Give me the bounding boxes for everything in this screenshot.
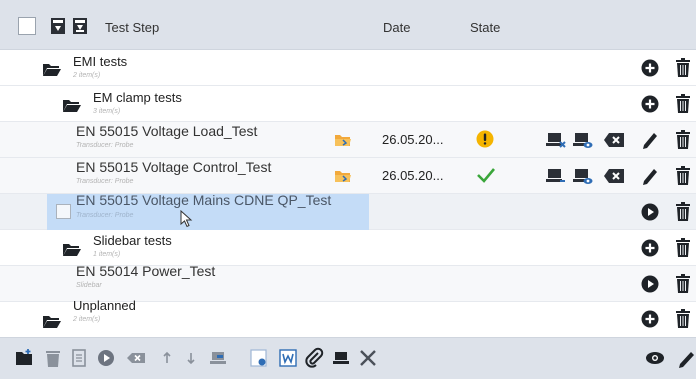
play-circle-icon[interactable] — [641, 203, 659, 221]
add-circle-icon[interactable] — [641, 310, 659, 328]
trash-icon[interactable] — [675, 130, 691, 150]
expand-icon[interactable] — [72, 17, 88, 35]
trash-icon[interactable] — [675, 238, 691, 258]
row-subtitle: 2 item(s) — [73, 316, 101, 323]
edit-pencil-icon[interactable] — [641, 166, 659, 186]
row-subtitle: Transducer: Probe — [76, 142, 134, 149]
trash-icon[interactable] — [675, 94, 691, 114]
table-row[interactable]: EN 55014 Power_Test Slidebar — [0, 263, 696, 302]
row-title: EMI tests — [73, 54, 128, 69]
device-view-icon[interactable] — [573, 131, 593, 149]
column-date[interactable]: Date — [383, 20, 410, 35]
device-add-icon[interactable] — [546, 167, 566, 185]
row-title: Slidebar tests — [93, 233, 172, 248]
folder-open-icon — [43, 316, 61, 328]
row-subtitle: 3 item(s) — [93, 108, 121, 115]
transducer-folder-icon[interactable] — [334, 168, 352, 184]
copy-icon[interactable] — [68, 347, 90, 369]
arrow-up-icon[interactable] — [156, 347, 178, 369]
table-row[interactable]: EMI tests 2 item(s) — [0, 50, 696, 86]
row-subtitle: 1 item(s) — [93, 251, 121, 258]
edit-pencil-icon[interactable] — [641, 130, 659, 150]
row-title: EM clamp tests — [93, 90, 182, 105]
device-icon[interactable] — [330, 347, 352, 369]
transducer-folder-icon[interactable] — [334, 132, 352, 148]
word-document-icon[interactable] — [277, 347, 299, 369]
trash-icon[interactable] — [675, 166, 691, 186]
play-circle-icon[interactable] — [95, 347, 117, 369]
trash-icon[interactable] — [42, 347, 64, 369]
delete-backspace-icon[interactable] — [125, 347, 147, 369]
trash-icon[interactable] — [675, 58, 691, 78]
row-title: EN 55015 Voltage Mains CDNE QP_Test — [76, 192, 332, 208]
table-row-dragging[interactable]: EN 55015 Voltage Mains CDNE QP_Test Tran… — [0, 192, 696, 230]
trash-icon[interactable] — [675, 202, 691, 222]
row-date: 26.05.20... — [382, 132, 444, 147]
row-title: Unplanned — [73, 298, 136, 313]
row-subtitle: Transducer: Probe — [76, 212, 134, 219]
checkmark-icon — [477, 168, 495, 183]
add-circle-icon[interactable] — [641, 59, 659, 77]
folder-open-icon — [63, 100, 81, 112]
table-header: Test Step Date State — [0, 0, 696, 50]
arrow-down-icon[interactable] — [180, 347, 202, 369]
row-date: 26.05.20... — [382, 168, 444, 183]
table-row[interactable]: EN 55015 Voltage Load_Test Transducer: P… — [0, 122, 696, 158]
device-icon[interactable] — [207, 347, 229, 369]
document-settings-icon[interactable] — [248, 347, 270, 369]
device-remove-icon[interactable] — [546, 131, 566, 149]
row-subtitle: Transducer: Probe — [76, 178, 134, 185]
row-title: EN 55015 Voltage Control_Test — [76, 159, 272, 175]
trash-icon[interactable] — [675, 309, 691, 329]
device-view-icon[interactable] — [573, 167, 593, 185]
delete-backspace-icon[interactable] — [604, 169, 624, 183]
edit-pencil-icon[interactable] — [676, 347, 696, 369]
attachment-icon[interactable] — [303, 347, 325, 369]
folder-open-icon — [43, 64, 61, 76]
column-state[interactable]: State — [470, 20, 500, 35]
row-title: EN 55014 Power_Test — [76, 263, 216, 279]
close-icon[interactable] — [357, 347, 379, 369]
table-row[interactable]: Unplanned 2 item(s) — [0, 298, 696, 338]
new-folder-icon[interactable] — [14, 347, 36, 369]
row-subtitle: Slidebar — [76, 282, 102, 289]
table-row[interactable]: Slidebar tests 1 item(s) — [0, 230, 696, 266]
delete-backspace-icon[interactable] — [604, 133, 624, 147]
select-all-checkbox[interactable] — [18, 17, 36, 35]
row-title: EN 55015 Voltage Load_Test — [76, 123, 258, 139]
add-circle-icon[interactable] — [641, 239, 659, 257]
eye-icon[interactable] — [644, 347, 666, 369]
row-checkbox[interactable] — [56, 204, 71, 219]
column-test-step[interactable]: Test Step — [105, 20, 159, 35]
table-row[interactable]: EN 55015 Voltage Control_Test Transducer… — [0, 158, 696, 194]
bottom-toolbar — [0, 337, 696, 379]
row-subtitle: 2 item(s) — [73, 72, 101, 79]
play-circle-icon[interactable] — [641, 275, 659, 293]
warning-icon — [476, 130, 494, 148]
folder-open-icon — [63, 244, 81, 256]
trash-icon[interactable] — [675, 274, 691, 294]
table-row[interactable]: EM clamp tests 3 item(s) — [0, 86, 696, 122]
cursor-arrow-icon — [180, 210, 193, 228]
collapse-icon[interactable] — [50, 17, 66, 35]
add-circle-icon[interactable] — [641, 95, 659, 113]
